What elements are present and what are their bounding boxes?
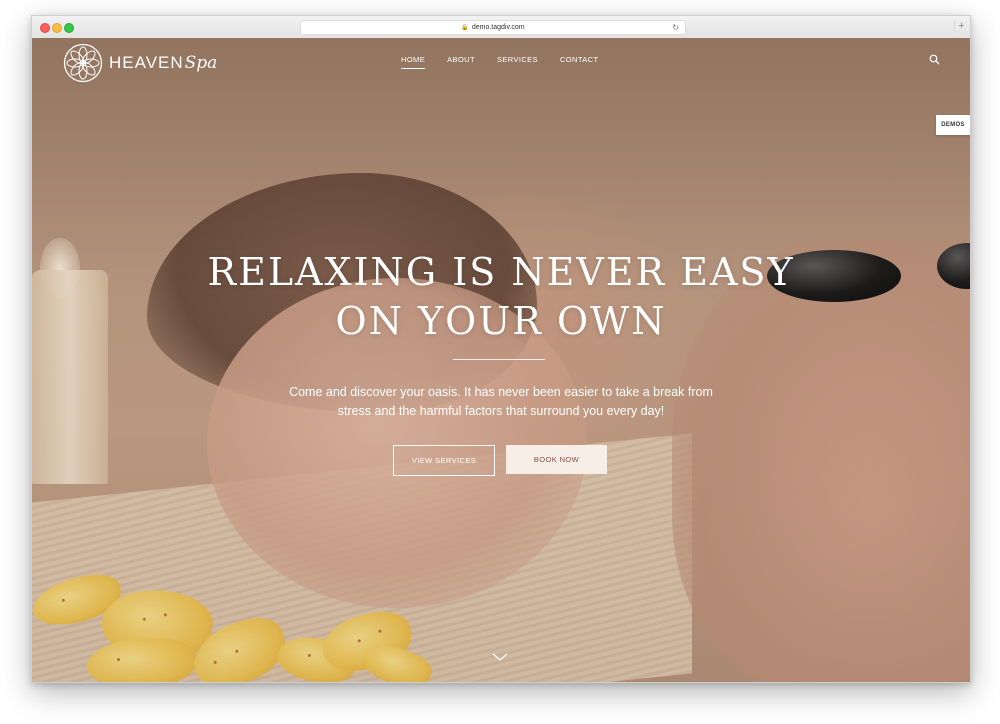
main-menu: HOME ABOUT SERVICES CONTACT: [390, 55, 610, 69]
hero-subtext: Come and discover your oasis. It has nev…: [272, 383, 730, 421]
book-now-button[interactable]: BOOK NOW: [506, 445, 607, 474]
reload-icon[interactable]: ↻: [672, 21, 679, 34]
hero-subtext-line-2: stress and the harmful factors that surr…: [337, 404, 665, 418]
lock-icon: 🔒: [461, 25, 469, 31]
search-icon[interactable]: [928, 53, 942, 67]
nav-home-link[interactable]: HOME: [390, 55, 436, 69]
hero-headline-line-2: ON YOUR OWN: [335, 299, 667, 343]
minimize-window-button[interactable]: [52, 23, 62, 33]
site-header: HEAVEN Spa HOME ABOUT SERVICES CONTACT: [32, 38, 970, 88]
hero-headline: RELAXING IS NEVER EASY ON YOUR OWN: [32, 248, 970, 346]
nav-services-link[interactable]: SERVICES: [486, 55, 549, 64]
logo-script: Spa: [184, 53, 218, 73]
browser-toolbar: 🔒 demo.tagdiv.com ↻ +: [32, 16, 970, 39]
site-logo[interactable]: HEAVEN Spa: [62, 42, 217, 84]
headline-divider: [453, 359, 545, 360]
nav-contact-link[interactable]: CONTACT: [549, 55, 610, 64]
address-bar-url: demo.tagdiv.com: [471, 24, 525, 31]
hero-headline-line-1: RELAXING IS NEVER EASY: [207, 250, 795, 294]
zoom-window-button[interactable]: [64, 23, 74, 33]
demos-button[interactable]: DEMOS: [936, 115, 970, 135]
browser-window: 🔒 demo.tagdiv.com ↻ + HEAVEN Spa HOME AB…: [31, 15, 971, 683]
close-window-button[interactable]: [40, 23, 50, 33]
new-tab-button[interactable]: +: [954, 20, 968, 33]
view-services-button[interactable]: VIEW SERVICES: [393, 445, 495, 476]
lotus-logo-icon: [63, 43, 103, 83]
hero-overlay: [32, 38, 970, 682]
address-bar[interactable]: 🔒 demo.tagdiv.com ↻: [300, 20, 686, 35]
logo-wordmark: HEAVEN: [109, 53, 184, 72]
hero-subtext-line-1: Come and discover your oasis. It has nev…: [289, 385, 713, 399]
chevron-down-icon[interactable]: [492, 652, 508, 662]
nav-about-link[interactable]: ABOUT: [436, 55, 486, 64]
hero-section: HEAVEN Spa HOME ABOUT SERVICES CONTACT DE…: [32, 38, 970, 682]
